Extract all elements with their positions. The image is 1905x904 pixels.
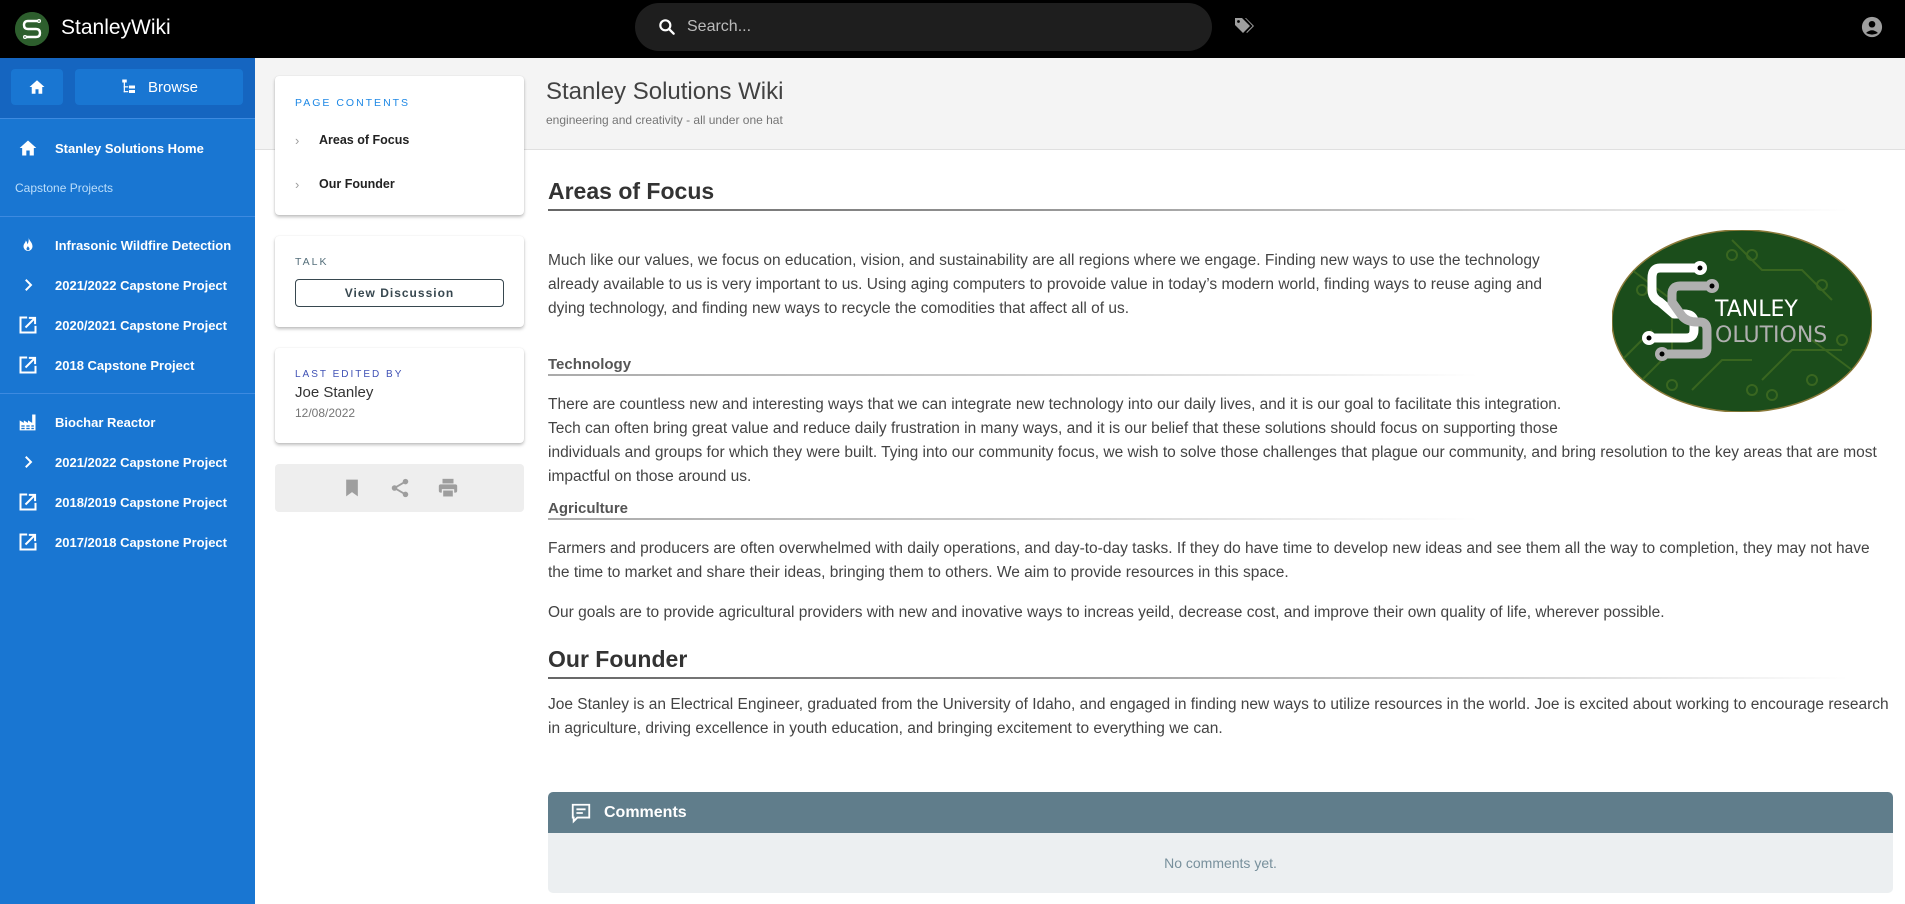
founder-paragraph: Joe Stanley is an Electrical Engineer, g… [548,696,1889,737]
home-icon [19,140,36,156]
search-input[interactable] [687,3,1187,51]
last-edited-label: Last Edited By [295,369,404,380]
sidebar-item-biochar-reactor[interactable]: Biochar Reactor [0,402,255,442]
chevron-right-icon [24,456,32,468]
file-tree-icon [122,79,135,93]
sidebar-item-label: 2018 Capstone Project [55,357,195,373]
sidebar-item-label: 2021/2022 Capstone Project [55,454,227,470]
comments-empty-state: No comments yet. [548,833,1893,893]
sidebar-item-label: 2017/2018 Capstone Project [55,534,227,550]
open-in-new-icon [19,316,36,334]
comments-header: Comments [548,792,1893,833]
stanley-solutions-logo-image: TANLEY OLUTIONS [1611,229,1873,413]
sidebar-item-infrasonic-wildfire[interactable]: Infrasonic Wildfire Detection [0,225,255,265]
page-contents-label: Page Contents [295,97,411,109]
subheading-underline [548,374,1478,376]
toc-item-areas-of-focus[interactable]: › Areas of Focus [295,125,409,155]
edit-date: 12/08/2022 [295,406,356,420]
talk-card: Talk View Discussion [275,236,524,327]
toc-item-our-founder[interactable]: › Our Founder [295,169,395,199]
home-button[interactable] [11,69,63,105]
sidebar-item-label: 2018/2019 Capstone Project [55,494,227,510]
logo-float-spacer [1580,393,1890,441]
sidebar-item-biochar-2021-2022[interactable]: 2021/2022 Capstone Project [0,442,255,482]
section-heading-areas-of-focus: Areas of Focus [548,178,715,204]
browse-button[interactable]: Browse [75,69,243,105]
editor-name[interactable]: Joe Stanley [295,384,373,401]
tags-icon [1235,18,1254,33]
open-in-new-icon [19,356,36,374]
sidebar-item-wildfire-2020-2021[interactable]: 2020/2021 Capstone Project [0,305,255,345]
logo-text-tanley: TANLEY [1714,297,1798,322]
tags-button[interactable] [1232,14,1256,38]
comments-panel: Comments No comments yet. [548,792,1893,893]
print-button[interactable] [437,477,459,499]
sidebar-item-biochar-2017-2018[interactable]: 2017/2018 Capstone Project [0,522,255,562]
bookmark-icon [345,479,358,497]
chevron-right-icon [24,279,32,291]
sidebar-section-header: Capstone Projects [15,181,114,195]
comments-title: Comments [604,803,687,821]
share-button[interactable] [389,477,411,499]
app-title[interactable]: StanleyWiki [61,14,171,42]
bookmark-button[interactable] [341,477,363,499]
comment-text-icon [571,803,591,823]
heading-underline [548,677,1848,679]
toc-item-label: Areas of Focus [319,133,410,147]
sidebar-nav: Browse Stanley Solutions Home Capstone P… [0,58,255,904]
page-actions-bar [275,464,524,512]
talk-label: Talk [295,256,329,268]
sidebar-item-label: Biochar Reactor [55,414,156,430]
sidebar-item-label: 2021/2022 Capstone Project [55,277,227,293]
search-bar[interactable] [635,3,1212,51]
sidebar-item-label: Stanley Solutions Home [55,140,204,156]
open-in-new-icon [19,493,36,511]
page-title: Stanley Solutions Wiki [546,78,784,105]
subheading-underline [548,518,1478,520]
stanley-logo-icon[interactable] [15,12,49,46]
browse-label: Browse [147,78,199,96]
sidebar-item-wildfire-2018[interactable]: 2018 Capstone Project [0,345,255,385]
view-discussion-button[interactable]: View Discussion [295,279,504,307]
page-contents-card: Page Contents › Areas of Focus › Our Fou… [275,76,524,215]
sidebar-item-label: Infrasonic Wildfire Detection [55,237,232,253]
factory-icon [19,414,35,431]
chevron-right-icon: › [295,176,300,192]
sidebar-item-home[interactable]: Stanley Solutions Home [0,128,255,168]
technology-text: There are countless new and interesting … [548,393,1890,489]
print-icon [438,478,457,498]
search-icon [659,19,675,35]
account-circle-icon [1861,16,1883,38]
agriculture-paragraph-1: Farmers and producers are often overwhel… [548,540,1870,581]
sidebar-item-biochar-2018-2019[interactable]: 2018/2019 Capstone Project [0,482,255,522]
page-subtitle: engineering and creativity - all under o… [546,113,783,127]
chevron-right-icon: › [295,132,300,148]
top-app-bar: StanleyWiki [0,0,1905,58]
subheading-technology: Technology [548,356,632,373]
areas-paragraph: Much like our values, we focus on educat… [548,252,1542,317]
agriculture-paragraph-2: Our goals are to provide agricultural pr… [548,604,1665,621]
home-icon [29,80,45,94]
share-icon [391,478,408,498]
subheading-agriculture: Agriculture [548,500,629,517]
sidebar-item-label: 2020/2021 Capstone Project [55,317,227,333]
account-button[interactable] [1861,16,1883,38]
last-edited-card: Last Edited By Joe Stanley 12/08/2022 [275,348,524,443]
section-heading-our-founder: Our Founder [548,646,688,672]
logo-text-olutions: OLUTIONS [1715,323,1827,348]
sidebar-item-wildfire-2021-2022[interactable]: 2021/2022 Capstone Project [0,265,255,305]
heading-underline [548,209,1848,211]
fire-icon [23,237,32,251]
toc-item-label: Our Founder [319,177,395,191]
open-in-new-icon [19,533,36,551]
sidebar-toolbar: Browse [0,58,255,119]
